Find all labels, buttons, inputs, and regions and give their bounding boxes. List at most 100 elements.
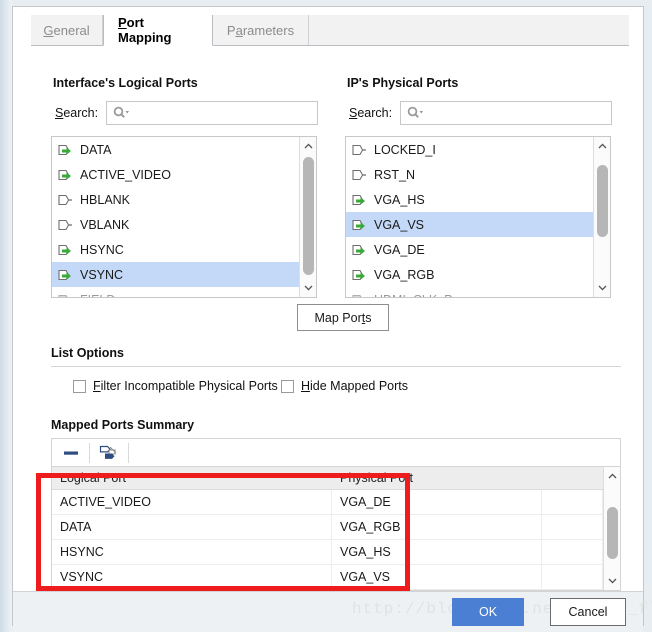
- map-ports-button-label: Map Ports: [314, 310, 372, 325]
- port-mapped-icon: [58, 269, 73, 281]
- cancel-button[interactable]: Cancel: [550, 598, 626, 626]
- toolbar-separator: [128, 442, 129, 463]
- logical-ports-items: DATA ACTIVE_VIDEO HBLANK VBLANK HSYNC VSYNC FI…: [52, 137, 299, 297]
- list-item-label: VGA_RGB: [374, 267, 435, 282]
- tab-general-label: General: [43, 22, 90, 38]
- tab-port-mapping-label: Port Mapping: [118, 15, 172, 45]
- list-item[interactable]: VGA_HS: [346, 187, 593, 212]
- table-row[interactable]: VSYNC VGA_VS: [52, 565, 603, 590]
- port-mapped-icon: [352, 269, 367, 281]
- scroll-up-icon[interactable]: [300, 138, 316, 154]
- logical-ports-list[interactable]: DATA ACTIVE_VIDEO HBLANK VBLANK HSYNC VSYNC FI…: [51, 136, 317, 298]
- left-search-box[interactable]: [106, 101, 319, 125]
- list-item-label: VGA_DE: [374, 242, 425, 257]
- port-mapped-icon: [58, 144, 71, 155]
- list-item[interactable]: VGA_DE: [346, 237, 593, 262]
- cell-logical-port: HSYNC: [52, 540, 332, 564]
- tab-parameters-label: Parameters: [226, 22, 295, 38]
- port-unmapped-icon: [352, 144, 367, 156]
- right-search-box[interactable]: [400, 101, 613, 125]
- list-item[interactable]: VGA_VS: [346, 212, 593, 237]
- cell-physical-port: VGA_VS: [332, 565, 542, 589]
- port-unmapped-icon: [58, 294, 73, 297]
- cell-logical-port: DATA: [52, 515, 332, 539]
- checkbox-box[interactable]: [281, 379, 294, 393]
- list-item-label: VSYNC: [80, 267, 124, 282]
- table-scrollbar[interactable]: [603, 467, 620, 590]
- list-item[interactable]: VGA_RGB: [346, 262, 593, 287]
- summary-toolbar: [51, 438, 621, 466]
- port-unmapped-icon: [352, 294, 362, 297]
- port-mapped-icon: [352, 219, 365, 230]
- right-search-input[interactable]: [424, 102, 612, 124]
- scroll-down-icon[interactable]: [300, 280, 316, 296]
- minus-icon: [64, 451, 78, 455]
- list-item-label: VGA_HS: [374, 192, 425, 207]
- scroll-thumb[interactable]: [303, 157, 314, 275]
- port-mapped-icon: [58, 244, 71, 255]
- port-mapped-icon: [352, 244, 367, 256]
- right-panel-title: IP's Physical Ports: [347, 76, 459, 90]
- tab-parameters[interactable]: Parameters: [213, 15, 309, 45]
- scroll-down-icon[interactable]: [604, 573, 620, 589]
- list-item[interactable]: VSYNC: [52, 262, 299, 287]
- column-header-physical-port[interactable]: Physical Port: [332, 467, 542, 489]
- tab-strip: General Port Mapping Parameters: [31, 15, 629, 46]
- list-item[interactable]: HDMI_CLK_P: [346, 287, 593, 297]
- cell-spacer: [542, 565, 603, 589]
- port-mapped-icon: [58, 169, 71, 180]
- scroll-thumb[interactable]: [607, 507, 618, 559]
- scroll-thumb[interactable]: [597, 165, 608, 237]
- list-item[interactable]: VBLANK: [52, 212, 299, 237]
- list-item-label: VGA_VS: [374, 217, 425, 232]
- cell-logical-port: ACTIVE_VIDEO: [52, 490, 332, 514]
- port-unmapped-icon: [58, 194, 73, 206]
- list-item[interactable]: LOCKED_I: [346, 137, 593, 162]
- list-item[interactable]: FIELD: [52, 287, 299, 297]
- ok-button[interactable]: OK: [452, 598, 524, 626]
- list-item[interactable]: HBLANK: [52, 187, 299, 212]
- list-item[interactable]: RST_N: [346, 162, 593, 187]
- cell-spacer: [542, 515, 603, 539]
- table-row[interactable]: ACTIVE_VIDEO VGA_DE: [52, 490, 603, 515]
- list-item-label: HSYNC: [80, 242, 124, 257]
- list-item[interactable]: DATA: [52, 137, 299, 162]
- hide-mapped-checkbox[interactable]: Hide Mapped Ports: [281, 379, 408, 393]
- checkbox-box[interactable]: [73, 379, 86, 393]
- hide-mapped-label: Hide Mapped Ports: [301, 379, 409, 393]
- scroll-down-icon[interactable]: [594, 280, 610, 296]
- column-header-logical-port[interactable]: Logical Port: [52, 467, 332, 489]
- cell-spacer: [542, 540, 603, 564]
- auto-map-button[interactable]: [99, 445, 119, 461]
- scroll-up-icon[interactable]: [594, 138, 610, 154]
- list-item-label: ACTIVE_VIDEO: [80, 167, 171, 182]
- physical-ports-scrollbar[interactable]: [593, 137, 610, 297]
- table-row[interactable]: DATA VGA_RGB: [52, 515, 603, 540]
- port-mapped-icon: [58, 144, 73, 156]
- list-item-label: DATA: [80, 142, 112, 157]
- physical-ports-list[interactable]: LOCKED_I RST_N VGA_HS VGA_VS VGA_DE VGA_RGB HD…: [345, 136, 611, 298]
- mapped-ports-table[interactable]: Logical Port Physical Port ACTIVE_VIDEO V…: [51, 466, 621, 591]
- right-search-row: Search:: [349, 101, 613, 125]
- dialog-content: Interface's Logical Ports IP's Physical …: [31, 46, 629, 615]
- tab-general[interactable]: General: [31, 15, 103, 45]
- delete-mapping-button[interactable]: [62, 446, 80, 460]
- tab-port-mapping[interactable]: Port Mapping: [103, 15, 213, 46]
- scroll-up-icon[interactable]: [604, 468, 620, 484]
- left-search-input[interactable]: [130, 102, 318, 124]
- list-item[interactable]: HSYNC: [52, 237, 299, 262]
- logical-ports-scrollbar[interactable]: [299, 137, 316, 297]
- port-mapped-icon: [352, 269, 365, 280]
- table-row[interactable]: HSYNC VGA_HS: [52, 540, 603, 565]
- toolbar-separator: [89, 442, 90, 463]
- left-search-row: Search:: [55, 101, 319, 125]
- port-unmapped-icon: [58, 219, 72, 230]
- filter-incompatible-checkbox[interactable]: Filter Incompatible Physical Ports: [73, 379, 278, 393]
- port-unmapped-icon: [58, 219, 73, 231]
- list-item[interactable]: ACTIVE_VIDEO: [52, 162, 299, 187]
- mapped-ports-summary-title: Mapped Ports Summary: [51, 418, 195, 432]
- port-unmapped-icon: [58, 194, 72, 205]
- cell-spacer: [542, 490, 603, 514]
- table-body: ACTIVE_VIDEO VGA_DE DATA VGA_RGB HSYNC VGA_HS…: [52, 490, 603, 590]
- map-ports-button[interactable]: Map Ports: [297, 304, 389, 331]
